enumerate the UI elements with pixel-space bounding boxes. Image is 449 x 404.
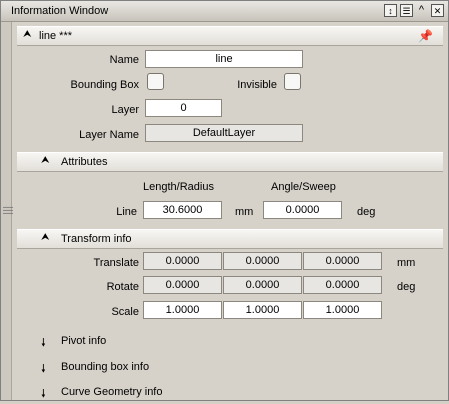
- collapse-window-icon[interactable]: ^: [415, 4, 428, 17]
- invisible-label: Invisible: [237, 79, 277, 91]
- angle-field[interactable]: 0.0000: [263, 201, 342, 219]
- line-label: Line: [116, 206, 137, 218]
- layer-name-label: Layer Name: [79, 129, 139, 141]
- layer-label: Layer: [111, 104, 139, 116]
- scale-z-field[interactable]: 1.0000: [303, 301, 382, 319]
- menu-icon[interactable]: ☰: [400, 4, 413, 17]
- window-title: Information Window: [11, 5, 109, 17]
- scale-x-field[interactable]: 1.0000: [143, 301, 222, 319]
- expand-arrow-icon[interactable]: 🠗: [41, 360, 46, 379]
- bounding-box-label: Bounding Box: [70, 79, 140, 91]
- scale-label: Scale: [111, 306, 139, 318]
- attributes-section-header[interactable]: ⮝ Attributes: [17, 152, 443, 172]
- bounding-box-checkbox[interactable]: [147, 73, 164, 90]
- collapse-arrow-icon[interactable]: ⮝: [23, 29, 32, 40]
- object-header-label: line ***: [39, 30, 73, 42]
- rotate-z-field[interactable]: 0.0000: [303, 276, 382, 294]
- bounding-box-info-label[interactable]: Bounding box info: [61, 361, 149, 373]
- invisible-checkbox[interactable]: [284, 73, 301, 90]
- translate-x-field[interactable]: 0.0000: [143, 252, 222, 270]
- close-icon[interactable]: ✕: [431, 4, 444, 17]
- rotate-y-field[interactable]: 0.0000: [223, 276, 302, 294]
- collapse-arrow-icon[interactable]: ⮝: [41, 155, 50, 166]
- translate-z-field[interactable]: 0.0000: [303, 252, 382, 270]
- layer-field[interactable]: 0: [145, 99, 222, 117]
- curve-geometry-info-label[interactable]: Curve Geometry info: [61, 386, 162, 398]
- pin-icon[interactable]: 📌: [418, 29, 433, 43]
- translate-label: Translate: [93, 257, 139, 269]
- translate-unit: mm: [397, 257, 416, 269]
- resize-icon[interactable]: ↕: [384, 4, 397, 17]
- translate-y-field[interactable]: 0.0000: [223, 252, 302, 270]
- scale-y-field[interactable]: 1.0000: [223, 301, 302, 319]
- attributes-header-label: Attributes: [61, 156, 108, 168]
- name-label: Name: [109, 54, 139, 66]
- rotate-unit: deg: [397, 281, 416, 293]
- transform-header-label: Transform info: [61, 233, 132, 245]
- pivot-info-label[interactable]: Pivot info: [61, 335, 106, 347]
- collapse-arrow-icon[interactable]: ⮝: [41, 232, 50, 243]
- length-unit: mm: [235, 206, 254, 218]
- object-section-header[interactable]: ⮝ line *** 📌: [17, 26, 443, 46]
- rotate-label: Rotate: [106, 281, 139, 293]
- length-field[interactable]: 30.6000: [143, 201, 222, 219]
- dock-rail[interactable]: — — —: [1, 22, 13, 400]
- info-content: ⮝ line *** 📌 Name line Bounding Box Invi…: [17, 22, 443, 400]
- transform-section-header[interactable]: ⮝ Transform info: [17, 229, 443, 249]
- information-window: Information Window ↕ ☰ ^ ✕ — — — ⮝ line **…: [0, 0, 449, 401]
- length-radius-header: Length/Radius: [143, 181, 214, 193]
- angle-sweep-header: Angle/Sweep: [271, 181, 336, 193]
- expand-arrow-icon[interactable]: 🠗: [41, 334, 46, 353]
- angle-unit: deg: [357, 206, 376, 218]
- name-field[interactable]: line: [145, 50, 303, 68]
- expand-arrow-icon[interactable]: 🠗: [41, 385, 46, 404]
- layer-name-field[interactable]: DefaultLayer: [145, 124, 303, 142]
- rotate-x-field[interactable]: 0.0000: [143, 276, 222, 294]
- grip-icon[interactable]: — — —: [3, 203, 13, 219]
- window-titlebar[interactable]: Information Window ↕ ☰ ^ ✕: [1, 1, 448, 22]
